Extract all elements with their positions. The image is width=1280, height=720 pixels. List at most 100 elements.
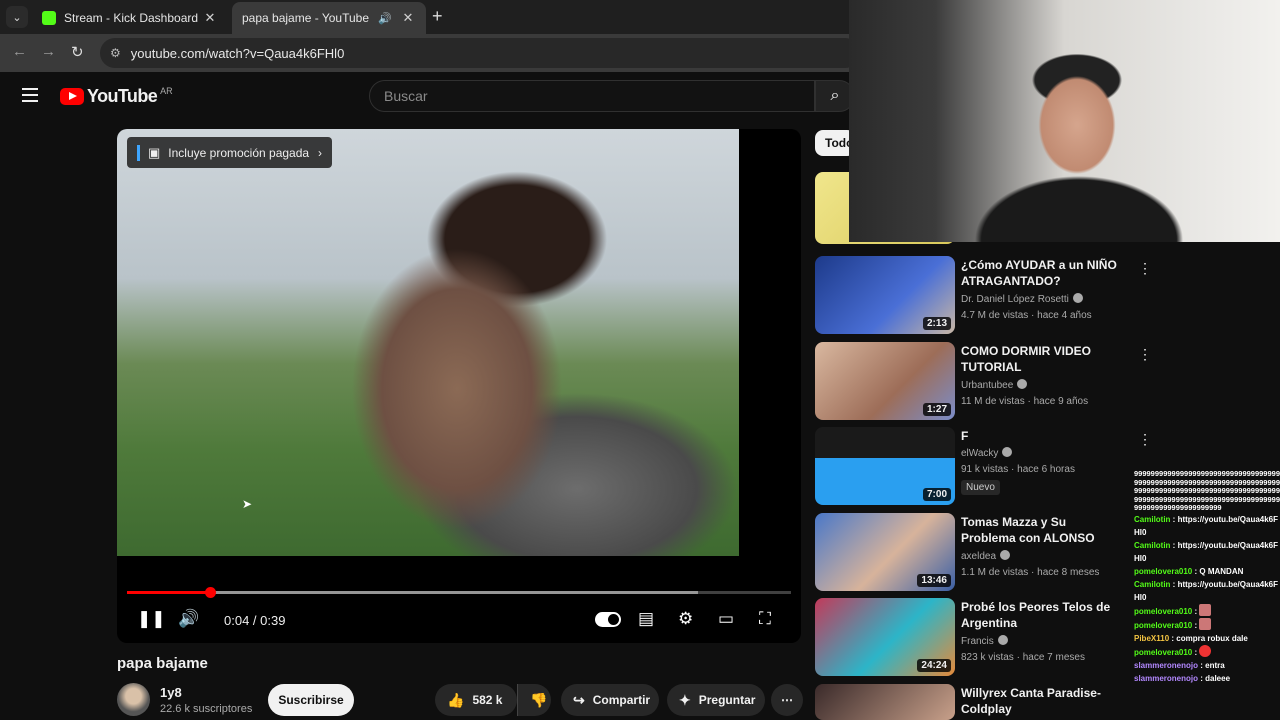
recommendation-meta: 11 M de vistas · hace 9 años xyxy=(961,396,1089,407)
recommendation-thumbnail[interactable]: 7:00 xyxy=(815,427,955,505)
recommendation-thumbnail[interactable] xyxy=(815,684,955,720)
more-options-icon[interactable]: ⋮ xyxy=(1138,346,1152,363)
recommendation-item[interactable]: 24:24 Probé los Peores Telos de Argentin… xyxy=(815,598,1115,676)
thumbs-down-icon: 👎 xyxy=(530,691,548,708)
chat-username: slammeronenojo xyxy=(1134,673,1199,683)
recommendation-thumbnail[interactable]: 1:27 xyxy=(815,342,955,420)
new-tab-button[interactable]: + xyxy=(432,6,443,27)
like-button[interactable]: 👍 582 k xyxy=(435,684,517,716)
more-options-icon[interactable]: ⋮ xyxy=(1138,431,1152,448)
youtube-play-icon xyxy=(60,88,84,105)
share-button[interactable]: ↪ Compartir xyxy=(561,684,659,716)
recommendation-item[interactable]: 2:13 ¿Cómo AYUDAR a un NIÑO ATRAGANTADO?… xyxy=(815,256,1152,334)
forward-arrow-icon[interactable]: → xyxy=(41,43,56,60)
recommendation-title[interactable]: COMO DORMIR VIDEO TUTORIAL xyxy=(961,343,1119,375)
new-badge: Nuevo xyxy=(961,480,1000,495)
tab-close-icon[interactable]: ✕ xyxy=(202,10,218,26)
chat-username: slammeronenojo xyxy=(1134,660,1199,670)
recommendation-thumbnail[interactable]: 2:13 xyxy=(815,256,955,334)
theater-mode-icon[interactable]: ▭ xyxy=(718,609,734,629)
duration-badge: 7:00 xyxy=(922,488,951,501)
tab-youtube[interactable]: papa bajame - YouTube 🔊 ✕ xyxy=(232,2,426,88)
chat-message: pomelovera010 : Q MANDAN xyxy=(1134,566,1244,576)
recommendation-title[interactable]: Tomas Mazza y Su Problema con ALONSO xyxy=(961,514,1119,546)
recommendation-channel[interactable]: axeldea xyxy=(961,550,1011,562)
channel-avatar[interactable] xyxy=(117,683,150,716)
chat-message: Camilotin : https://youtu.be/Qaua4k6FHl0 xyxy=(1134,540,1279,563)
fullscreen-icon[interactable]: ⛶ xyxy=(759,609,771,629)
duration-badge: 2:13 xyxy=(922,317,951,330)
time-display: 0:04 / 0:39 xyxy=(224,613,286,628)
tab-title: papa bajame - YouTube xyxy=(242,11,369,25)
search-icon: ⌕ xyxy=(830,87,840,104)
kick-favicon-icon xyxy=(42,11,56,25)
verified-icon xyxy=(1000,550,1011,560)
chat-message: PibeX110 : compra robux dale xyxy=(1134,633,1248,643)
search-input[interactable]: Buscar xyxy=(369,80,815,112)
speaker-icon[interactable]: 🔊 xyxy=(378,12,394,25)
recommendation-title[interactable]: F xyxy=(961,428,1119,444)
chevron-right-icon: › xyxy=(318,145,322,160)
progress-scrubber[interactable] xyxy=(205,587,216,598)
tab-search-menu-button[interactable]: ⌄ xyxy=(6,6,28,28)
duration-badge: 13:46 xyxy=(917,574,951,587)
dislike-button[interactable]: 👎 xyxy=(517,684,551,716)
chat-text: Q MANDAN xyxy=(1199,566,1244,576)
recommendation-thumbnail[interactable]: 13:46 xyxy=(815,513,955,591)
recommendation-channel[interactable]: Urbantubee xyxy=(961,379,1028,391)
video-player[interactable]: ▣ Incluye promoción pagada › ➤ ❚❚ 🔊 0:04… xyxy=(117,129,801,643)
tab-kick-dashboard[interactable]: Stream - Kick Dashboard ✕ xyxy=(32,2,228,34)
recommendation-item[interactable]: 13:46 Tomas Mazza y Su Problema con ALON… xyxy=(815,513,1115,591)
paid-promotion-banner[interactable]: ▣ Incluye promoción pagada › xyxy=(127,137,332,168)
recommendation-channel[interactable]: Dr. Daniel López Rosetti xyxy=(961,293,1083,305)
channel-name: Francis xyxy=(961,636,994,647)
chat-username: Camilotin xyxy=(1134,514,1171,524)
verified-icon xyxy=(997,635,1008,645)
recommendation-meta: 823 k vistas · hace 7 meses xyxy=(961,652,1085,663)
emote-icon xyxy=(1199,603,1212,616)
settings-gear-icon[interactable]: ⚙ xyxy=(678,609,693,629)
recommendation-item[interactable]: 7:00 F elWacky 91 k vistas · hace 6 hora… xyxy=(815,427,1152,505)
autoplay-toggle[interactable] xyxy=(595,612,621,627)
recommendation-meta: 91 k vistas · hace 6 horas xyxy=(961,464,1075,475)
recommendation-channel[interactable]: elWacky xyxy=(961,447,1013,459)
more-options-icon[interactable]: ⋮ xyxy=(1138,260,1152,277)
recommendation-channel[interactable]: Francis xyxy=(961,635,1008,647)
verified-icon xyxy=(1017,379,1028,389)
channel-name[interactable]: 1y8 xyxy=(160,685,182,700)
ask-button[interactable]: ✦ Preguntar xyxy=(667,684,765,716)
chat-message: pomelovera010 : xyxy=(1134,644,1280,659)
video-frame[interactable] xyxy=(117,129,739,556)
subtitles-icon[interactable]: ▤ xyxy=(638,609,654,629)
chat-text: compra robux dale xyxy=(1176,633,1248,643)
subscribe-button[interactable]: Suscribirse xyxy=(268,684,354,716)
chat-message: slammeronenojo : entra xyxy=(1134,660,1225,670)
recommendation-item[interactable]: 1:27 COMO DORMIR VIDEO TUTORIAL Urbantub… xyxy=(815,342,1152,420)
reload-icon[interactable]: ↻ xyxy=(71,43,84,61)
channel-name: Urbantubee xyxy=(961,380,1014,391)
url-text: youtube.com/watch?v=Qaua4k6FHl0 xyxy=(130,45,345,61)
thumbs-up-icon: 👍 xyxy=(447,691,465,708)
chat-username: pomelovera010 xyxy=(1134,647,1193,657)
chat-message: slammeronenojo : daleee xyxy=(1134,673,1231,683)
recommendation-title[interactable]: Willyrex Canta Paradise-Coldplay xyxy=(961,685,1119,717)
youtube-logo[interactable]: YouTube AR xyxy=(60,86,173,107)
progress-bar[interactable] xyxy=(127,587,791,598)
recommendation-item[interactable]: Willyrex Canta Paradise-Coldplay xyxy=(815,684,1115,720)
volume-icon[interactable]: 🔊 xyxy=(178,609,199,629)
more-actions-button[interactable]: ⋯ xyxy=(771,684,803,716)
chevron-down-icon: ⌄ xyxy=(12,11,22,24)
tab-close-icon[interactable]: ✕ xyxy=(400,10,416,26)
menu-icon[interactable] xyxy=(22,88,38,106)
url-field[interactable]: ⚙ youtube.com/watch?v=Qaua4k6FHl0 xyxy=(100,38,860,68)
emote-icon xyxy=(1199,617,1212,630)
back-arrow-icon[interactable]: ← xyxy=(12,43,27,60)
duration-badge: 24:24 xyxy=(917,659,951,672)
sparkle-icon: ✦ xyxy=(679,691,691,708)
site-info-icon[interactable]: ⚙ xyxy=(110,46,121,60)
recommendation-thumbnail[interactable]: 24:24 xyxy=(815,598,955,676)
recommendation-title[interactable]: ¿Cómo AYUDAR a un NIÑO ATRAGANTADO? xyxy=(961,257,1119,289)
recommendation-title[interactable]: Probé los Peores Telos de Argentina xyxy=(961,599,1119,631)
pause-icon[interactable]: ❚❚ xyxy=(137,609,166,629)
promotion-icon: ▣ xyxy=(148,144,161,160)
